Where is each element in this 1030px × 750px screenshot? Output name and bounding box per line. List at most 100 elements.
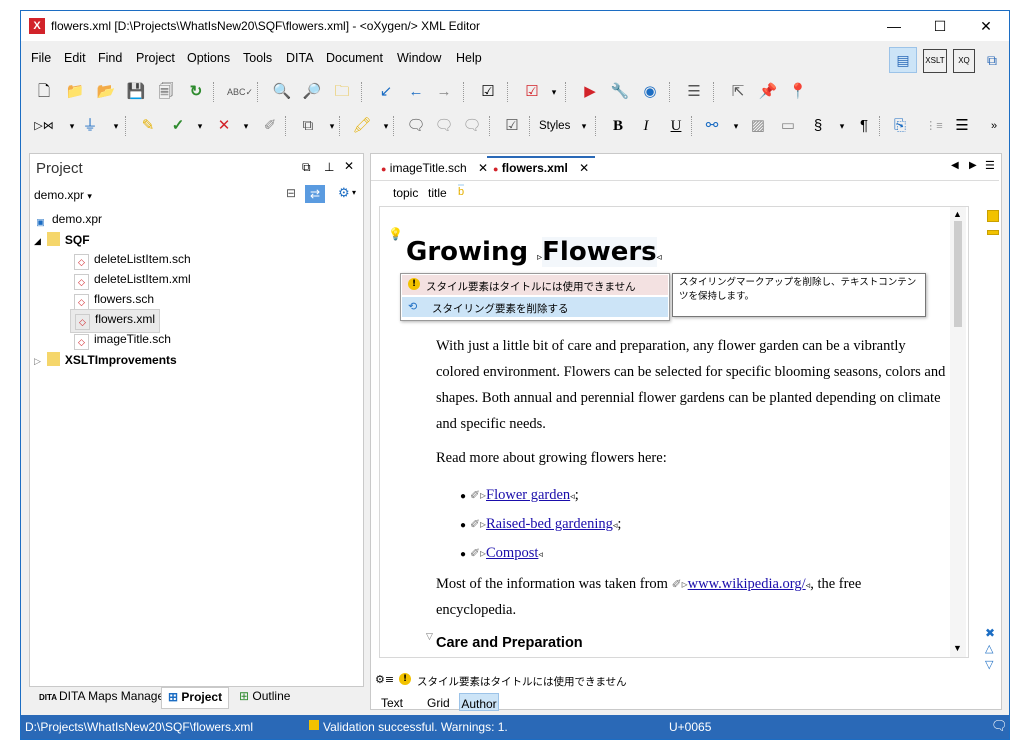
filter-icon[interactable]: ⏚ [79, 115, 101, 137]
ordered-list-icon[interactable]: ⋮≡ [923, 115, 945, 137]
section-heading[interactable]: Care and Preparation [436, 635, 583, 651]
tabs-scroll-left-icon[interactable]: ◀ [951, 160, 959, 171]
underline-icon[interactable]: U [665, 115, 687, 137]
insert-media-icon[interactable]: ▭ [777, 115, 799, 137]
reload-icon[interactable]: ↻ [185, 81, 207, 103]
menu-project[interactable]: Project [136, 51, 175, 65]
next-problem-icon[interactable]: ▽ [985, 658, 993, 671]
configure-transformation-icon[interactable]: 🔧 [609, 81, 631, 103]
tabs-list-icon[interactable]: ☰ [985, 159, 995, 172]
tree-file[interactable]: ◇ deleteListItem.sch [74, 252, 191, 270]
remove-comment-icon[interactable]: 🗨 [461, 115, 483, 137]
open-folder-icon[interactable]: 📁 [64, 81, 86, 103]
insert-section-icon[interactable]: § [807, 115, 829, 137]
editor-perspective-icon[interactable]: ▤ [889, 47, 917, 73]
tree-folder-sqf[interactable]: ◢ SQF [34, 232, 90, 247]
mode-tab-grid[interactable]: Grid [427, 696, 450, 710]
validate-icon[interactable]: ☑ [521, 81, 543, 103]
panel-pin-icon[interactable]: ⊥ [324, 160, 334, 174]
tree-folder-xslt[interactable]: ▷ XSLTImprovements [34, 352, 177, 367]
paragraph-3[interactable]: Most of the information was taken from ✐… [436, 571, 861, 598]
collapse-all-icon[interactable]: ⊟ [286, 186, 296, 200]
mode-tab-author[interactable]: Author [459, 693, 499, 711]
previous-problem-icon[interactable]: △ [985, 642, 993, 655]
mode-tab-text[interactable]: Text [381, 696, 403, 710]
find-in-files-icon[interactable]: 🔎 [301, 81, 323, 103]
apply-transformation-icon[interactable]: ▶ [579, 81, 601, 103]
insert-image-icon[interactable]: ▨ [747, 115, 769, 137]
menu-tools[interactable]: Tools [243, 51, 272, 65]
styles-dropdown-icon[interactable]: ▾ [573, 115, 595, 137]
edit-attributes-icon[interactable]: ☑ [501, 115, 523, 137]
find-replace-icon[interactable]: 🔍 [271, 81, 293, 103]
maximize-button[interactable]: ☐ [917, 11, 963, 41]
tree-collapsed-icon[interactable]: ▷ [34, 356, 41, 366]
export-icon[interactable]: ⇱ [727, 81, 749, 103]
tree-file[interactable]: ◇ deleteListItem.xml [74, 272, 191, 290]
link-with-editor-icon[interactable]: ⇄ [305, 185, 325, 203]
highlight-icon[interactable]: 🖍 [351, 115, 373, 137]
breadcrumb-topic[interactable]: topic [393, 186, 418, 200]
minimize-button[interactable]: — [871, 11, 917, 41]
format-indent-icon[interactable]: ☰ [683, 81, 705, 103]
close-all-icon[interactable]: ✖ [985, 626, 995, 640]
wikipedia-link[interactable]: www.wikipedia.org/ [688, 576, 806, 592]
paragraph-3-line2[interactable]: encyclopedia. [436, 597, 516, 623]
back-icon[interactable]: ← [405, 81, 427, 103]
menu-file[interactable]: File [31, 51, 51, 65]
track-changes-icon[interactable]: ✎ [137, 115, 159, 137]
warning-line-marker[interactable] [987, 230, 999, 235]
last-modification-icon[interactable]: ↙ [375, 81, 397, 103]
list-link[interactable]: Compost [486, 545, 538, 561]
toolbar-overflow-icon[interactable]: » [983, 115, 1005, 137]
tab-close-icon[interactable]: ✕ [579, 161, 589, 175]
reject-change-icon[interactable]: ✕ [213, 115, 235, 137]
pin-green-icon[interactable]: 📍 [787, 81, 809, 103]
status-validation[interactable]: Validation successful. Warnings: 1. [323, 720, 508, 734]
link-icon[interactable]: ⚯ [701, 115, 723, 137]
debug-icon[interactable]: ◉ [639, 81, 661, 103]
menu-help[interactable]: Help [456, 51, 482, 65]
menu-find[interactable]: Find [98, 51, 122, 65]
tabs-scroll-right-icon[interactable]: ▶ [969, 160, 977, 171]
menu-options[interactable]: Options [187, 51, 230, 65]
insert-paragraph-icon[interactable]: ¶ [853, 115, 875, 137]
list-item[interactable]: ● ✐▹Compost◃ [460, 540, 543, 566]
project-selector[interactable]: demo.xpr ▾ [34, 188, 92, 202]
menu-dita[interactable]: DITA [286, 51, 314, 65]
scroll-down-icon[interactable]: ▼ [953, 643, 962, 653]
section-dropdown-icon[interactable]: ▾ [831, 115, 853, 137]
manage-tracked-changes-icon[interactable]: ⧉ [297, 115, 319, 137]
validate-schema-icon[interactable]: ☑ [477, 81, 499, 103]
quickfix-option[interactable]: ⟲ スタイリング要素を削除する [402, 297, 668, 317]
panel-close-icon[interactable]: ✕ [344, 159, 354, 173]
list-item[interactable]: ● ✐▹Raised-bed gardening◃; [460, 511, 621, 537]
menu-window[interactable]: Window [397, 51, 441, 65]
section-collapse-icon[interactable]: ▽ [426, 631, 433, 642]
problem-message[interactable]: スタイル要素はタイトルには使用できません [417, 674, 627, 689]
open-url-icon[interactable]: 📂 [95, 81, 117, 103]
tab-outline[interactable]: ⊞ Outline [239, 689, 290, 703]
list-link[interactable]: Raised-bed gardening [486, 516, 613, 532]
scroll-up-icon[interactable]: ▲ [953, 209, 962, 219]
italic-icon[interactable]: I [635, 115, 657, 137]
unordered-list-icon[interactable]: ☰ [951, 115, 973, 137]
styles-dropdown[interactable]: Styles [539, 120, 570, 132]
warning-summary-marker[interactable] [987, 210, 999, 222]
tree-file[interactable]: ◇ flowers.sch [74, 292, 154, 310]
tree-file[interactable]: ◇ imageTitle.sch [74, 332, 171, 350]
tab-flowers-xml[interactable]: ● flowers.xml ✕ [487, 156, 596, 180]
list-item[interactable]: ● ✐▹Flower garden◃; [460, 482, 579, 508]
quickfix-lightbulb-icon[interactable]: 💡 [388, 227, 403, 241]
tab-dita-maps-manager[interactable]: DITA DITA Maps Manager [39, 689, 168, 703]
vertical-scrollbar[interactable]: ▲ ▼ [950, 207, 966, 657]
tab-project[interactable]: ⊞ Project [161, 687, 230, 709]
breadcrumb-current[interactable]: b [458, 184, 465, 198]
tags-display-icon[interactable]: ▷⋈ [33, 115, 55, 137]
save-all-icon[interactable]: 🗐 [155, 81, 177, 103]
breadcrumb-title[interactable]: title [428, 186, 447, 200]
tree-file-selected[interactable]: ◇ flowers.xml [70, 309, 161, 333]
insert-codeblock-icon[interactable]: ⎘ [889, 115, 911, 137]
list-link[interactable]: Flower garden [486, 487, 570, 503]
spell-check-icon[interactable]: ABC✓ [227, 81, 253, 103]
